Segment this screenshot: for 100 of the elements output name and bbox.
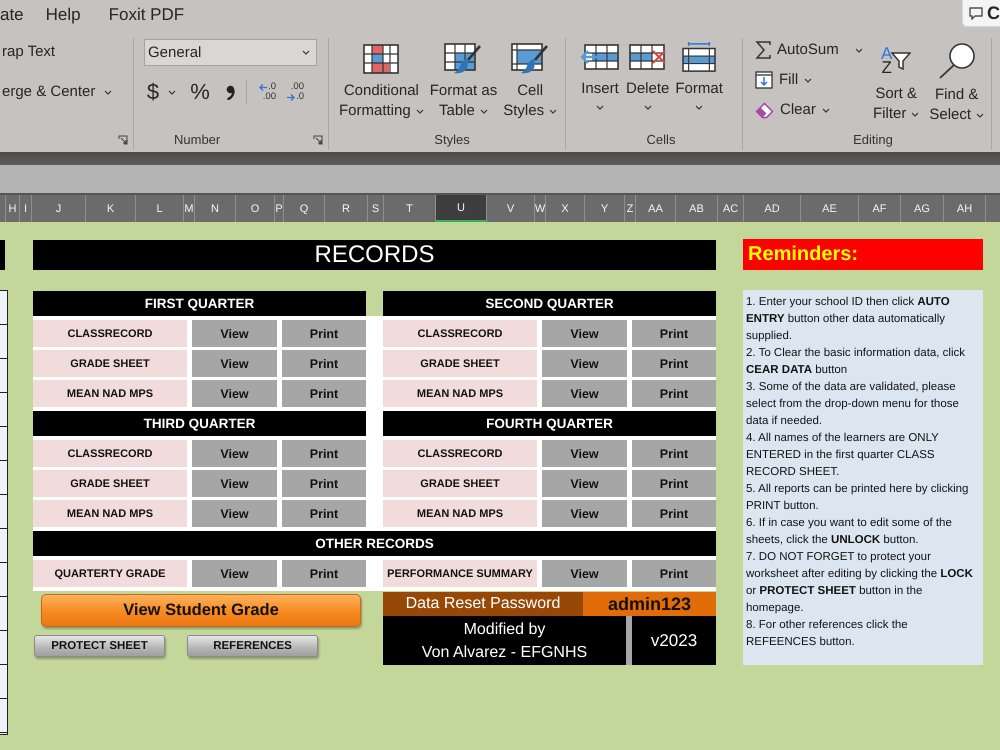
chevron-down-icon[interactable] [854, 48, 863, 52]
cell-paintbrush-icon [511, 43, 550, 75]
record-name-cell: GRADE SHEET [383, 470, 537, 497]
record-name-cell: CLASSRECORD [33, 320, 187, 347]
chevron-down-icon [302, 50, 310, 55]
format-as-table-button[interactable]: Format as Table [430, 38, 498, 124]
print-button[interactable]: Print [632, 470, 716, 497]
conditional-formatting-button[interactable]: Conditional Formatting [339, 38, 424, 124]
column-header[interactable]: U [436, 195, 487, 222]
chevron-down-icon[interactable] [168, 90, 176, 94]
view-button[interactable]: View [542, 320, 627, 347]
comments-button[interactable]: C [962, 0, 1000, 27]
record-name-cell: PERFORMANCE SUMMARY [383, 560, 537, 587]
version-text: v2023 [632, 616, 716, 665]
cell-styles-button[interactable]: Cell Styles [503, 38, 558, 124]
print-button[interactable]: Print [632, 500, 716, 527]
print-button[interactable]: Print [632, 440, 716, 467]
print-button[interactable]: Print [632, 560, 716, 587]
print-button[interactable]: Print [282, 470, 366, 497]
reminders-title: Reminders: [743, 239, 983, 270]
view-button[interactable]: View [192, 320, 277, 347]
group-label: Styles [434, 132, 470, 148]
menu-item[interactable]: Foxit PDF [108, 4, 184, 26]
print-button[interactable]: Print [632, 350, 716, 377]
dialog-launcher-icon[interactable] [313, 135, 323, 145]
autosum-button[interactable]: AutoSum [755, 40, 839, 60]
reminder-item: 7. DO NOT FORGET to protect your worksheet after editing by clicking the LOCK or PROTECT SHEET button in the homepage. [746, 550, 974, 616]
group-label: Editing [853, 132, 893, 148]
record-name-cell: GRADE SHEET [383, 350, 537, 377]
decrease-decimal-button[interactable]: .00 .0 [282, 82, 304, 102]
record-name-cell: CLASSRECORD [383, 320, 537, 347]
section-header: FIRST QUARTER [33, 291, 366, 316]
merge-center-button[interactable]: erge & Center [0, 82, 96, 102]
section-header: OTHER RECORDS [33, 531, 716, 556]
chevron-down-icon [804, 78, 812, 82]
sort-filter-button[interactable]: A Z Sort & Filter [873, 38, 920, 124]
view-student-grade-button[interactable]: View Student Grade [41, 594, 361, 627]
record-name-cell: MEAN NAD MPS [383, 500, 537, 527]
arrow-left-icon [259, 84, 268, 90]
view-button[interactable]: View [192, 350, 277, 377]
cut-off-title-bar [0, 240, 5, 270]
funnel-icon [891, 50, 912, 70]
credit-text: Modified by Von Alvarez - EFGNHS [383, 616, 626, 665]
view-button[interactable]: View [542, 560, 627, 587]
reminder-item: 1. Enter your school ID then click AUTO ENTRY button other data automatically supplied. [746, 295, 951, 344]
view-button[interactable]: View [192, 440, 277, 467]
reminder-item: 4. All names of the learners are ONLY ENTERED in the first quarter CLASS RECORD SHEET. [746, 431, 940, 480]
speech-bubble-icon [969, 6, 983, 20]
format-button[interactable]: Format [675, 38, 723, 124]
view-button[interactable]: View [542, 500, 627, 527]
reminder-item: 5. All reports can be printed here by clicking PRINT button. [746, 482, 970, 514]
print-button[interactable]: Print [632, 380, 716, 407]
chevron-down-icon [695, 105, 704, 110]
section-header: FOURTH QUARTER [383, 411, 716, 436]
number-format-dropdown[interactable]: General [144, 39, 317, 66]
print-button[interactable]: Print [632, 320, 716, 347]
view-button[interactable]: View [192, 470, 277, 497]
view-button[interactable]: View [192, 500, 277, 527]
chevron-down-icon [644, 105, 652, 110]
delete-button[interactable]: Delete [626, 38, 670, 124]
view-button[interactable]: View [542, 380, 627, 407]
view-button[interactable]: View [542, 470, 627, 497]
fill-button[interactable]: Fill [755, 70, 812, 90]
chevron-down-icon [911, 112, 920, 116]
reminder-item: 3. Some of the data are validated, please select from the drop-down menu for those data if needed. [746, 380, 960, 429]
view-button[interactable]: View [542, 440, 627, 467]
view-button[interactable]: View [192, 560, 277, 587]
insert-cells-icon [580, 41, 620, 73]
group-label: Cells [646, 132, 676, 148]
print-button[interactable]: Print [282, 500, 366, 527]
password-value: admin123 [583, 592, 716, 616]
comma-style-icon[interactable] [225, 84, 235, 100]
print-button[interactable]: Print [282, 350, 366, 377]
sheet-button[interactable]: REFERENCES [187, 635, 318, 657]
dialog-launcher-icon[interactable] [118, 135, 128, 146]
find-select-button[interactable]: Find & Select [929, 38, 984, 124]
wrap-text-button[interactable]: rap Text [0, 42, 133, 62]
record-name-cell: GRADE SHEET [33, 350, 187, 377]
print-button[interactable]: Print [282, 440, 366, 467]
reminder-item: 6. If in case you want to edit some of the sheets, click the UNLOCK button. [746, 516, 953, 548]
percent-style-button[interactable]: % [188, 79, 212, 105]
insert-button[interactable]: Insert [580, 38, 620, 124]
sheet-button[interactable]: PROTECT SHEET [34, 635, 165, 657]
chevron-down-icon[interactable] [104, 90, 112, 94]
delete-cells-icon [628, 41, 668, 73]
view-button[interactable]: View [542, 350, 627, 377]
menu-item[interactable]: Help [46, 4, 81, 26]
view-button[interactable]: View [192, 380, 277, 407]
chevron-down-icon [976, 112, 984, 118]
record-name-cell: MEAN NAD MPS [33, 380, 187, 407]
print-button[interactable]: Print [282, 380, 366, 407]
currency-format-button[interactable]: $ [144, 79, 162, 105]
clear-button[interactable]: Clear [755, 100, 830, 120]
eraser-icon [755, 102, 774, 118]
print-button[interactable]: Print [282, 560, 366, 587]
print-button[interactable]: Print [282, 320, 366, 347]
group-label: Number [174, 132, 220, 148]
menu-item[interactable]: ate [0, 4, 24, 26]
sigma-icon [755, 41, 771, 59]
increase-decimal-button[interactable]: .0 .00 [254, 82, 276, 102]
